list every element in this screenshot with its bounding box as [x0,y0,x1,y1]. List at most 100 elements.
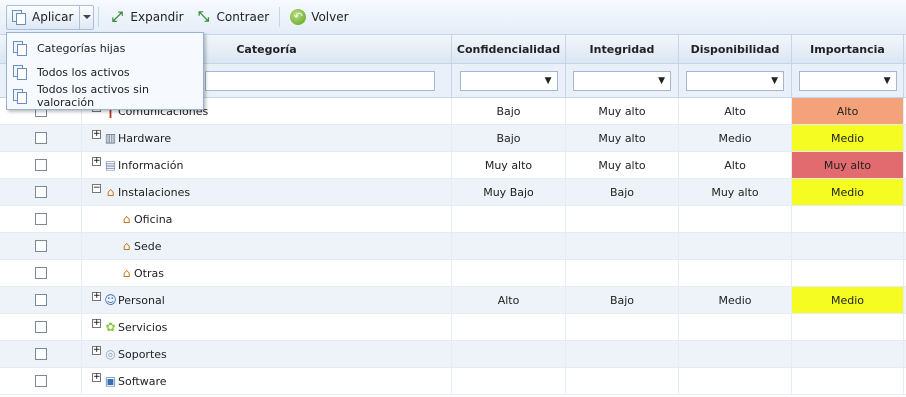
category-label[interactable]: Hardware [118,132,171,145]
availability-cell [679,206,792,232]
importance-badge: Medio [792,287,903,313]
table-row[interactable]: + ☺ Personal Alto Bajo Medio Medio [0,287,906,314]
header-confidentiality[interactable]: Confidencialidad [452,35,566,63]
confidentiality-filter-select[interactable]: ▼ [459,70,558,91]
availability-cell: Medio [679,287,792,313]
expand-toggle-icon[interactable]: + [92,291,101,301]
header-integrity[interactable]: Integridad [566,35,679,63]
toolbar-separator [279,7,281,27]
table-row[interactable]: + ▥ Hardware Bajo Muy alto Medio Medio [0,125,906,152]
category-label[interactable]: Instalaciones [118,186,190,199]
row-checkbox[interactable] [34,186,47,198]
row-select-cell [0,341,82,367]
row-checkbox[interactable] [34,240,47,252]
confidentiality-cell [452,314,566,340]
apply-button[interactable]: Aplicar [7,6,79,29]
toolbar: Aplicar ⤢ Expandir ⤡ Contraer ↶ Volver [0,0,906,35]
row-select-cell [0,314,82,340]
availability-cell [679,341,792,367]
row-checkbox[interactable] [34,348,47,360]
importance-cell [792,314,904,340]
filter-importance-cell: ▼ [792,64,904,97]
menu-item-label: Todos los activos [37,65,130,79]
table-row[interactable]: + ✿ Servicios [0,314,906,341]
confidentiality-cell [452,206,566,232]
category-label[interactable]: Sede [134,240,162,253]
table-row[interactable]: + ◎ Soportes [0,341,906,368]
expand-button[interactable]: ⤢ Expandir [103,5,189,30]
importance-badge [792,206,903,232]
table-row[interactable]: ⌂ Oficina [0,206,906,233]
category-label[interactable]: Otras [134,267,164,280]
availability-filter-select[interactable]: ▼ [686,70,784,91]
category-cell: ⌂ Sede [82,233,452,259]
table-row[interactable]: + ▤ Información Muy alto Muy alto Alto Muy alt… [0,152,906,179]
integrity-filter-select[interactable]: ▼ [573,70,671,91]
row-checkbox[interactable] [34,267,47,279]
importance-cell [792,341,904,367]
row-checkbox[interactable] [34,159,47,171]
collapse-toggle-icon[interactable]: − [92,183,101,193]
row-select-cell [0,206,82,232]
person-icon: ☺ [104,293,117,307]
apply-dropdown-arrow[interactable] [79,5,93,29]
expand-toggle-icon[interactable]: + [92,318,101,328]
grid-body: −┃ComunicacionesBajoMuy altoAltoAlto+▥Ha… [0,98,906,395]
category-label[interactable]: Información [118,159,183,172]
category-label[interactable]: Oficina [134,213,172,226]
confidentiality-cell [452,341,566,367]
copy-icon [12,40,28,56]
importance-cell [792,260,904,286]
copy-icon [12,64,28,80]
row-checkbox[interactable] [34,294,47,306]
importance-badge [792,314,903,340]
expand-icon: ⤢ [111,9,123,25]
availability-cell [679,233,792,259]
expand-toggle-icon[interactable]: + [92,345,101,355]
header-availability[interactable]: Disponibilidad [679,35,792,63]
apply-label: Aplicar [32,10,74,24]
row-checkbox[interactable] [34,321,47,333]
category-cell: + ☺ Personal [82,287,452,313]
copy-icon [12,88,28,104]
document-icon: ▤ [104,158,117,172]
category-label[interactable]: Servicios [118,321,167,334]
menu-item-label: Todos los activos sin valoración [37,83,149,109]
table-row[interactable]: ⌂ Otras [0,260,906,287]
expand-toggle-icon[interactable]: + [92,129,101,139]
back-button[interactable]: ↶ Volver [284,5,354,30]
confidentiality-cell [452,233,566,259]
availability-cell: Muy alto [679,179,792,205]
menu-item-all-assets-unvalued[interactable]: Todos los activos sin valoración [7,83,203,109]
row-checkbox[interactable] [34,213,47,225]
row-checkbox[interactable] [34,132,47,144]
header-importance[interactable]: Importancia [792,35,904,63]
row-select-cell [0,233,82,259]
category-label[interactable]: Soportes [118,348,167,361]
integrity-cell [566,206,679,232]
row-checkbox[interactable] [34,375,47,387]
importance-cell: Medio [792,287,904,313]
importance-cell: Medio [792,179,904,205]
dropdown-arrow-icon: ▼ [544,75,552,86]
importance-cell [792,233,904,259]
importance-filter-select[interactable]: ▼ [798,70,897,91]
importance-cell [792,206,904,232]
table-row[interactable]: ⌂ Sede [0,233,906,260]
category-label[interactable]: Software [118,375,167,388]
expand-toggle-icon[interactable]: + [92,156,101,166]
expand-toggle-icon[interactable]: + [92,372,101,382]
table-row[interactable]: − ⌂ Instalaciones Muy Bajo Bajo Muy alto Medio [0,179,906,206]
menu-item-child-categories[interactable]: Categorías hijas [7,36,203,60]
collapse-button[interactable]: ⤡ Contraer [190,5,276,30]
category-label[interactable]: Personal [118,294,165,307]
disc-icon: ◎ [105,347,116,361]
integrity-cell [566,341,679,367]
dropdown-arrow-icon: ▼ [883,75,891,86]
menu-item-all-assets[interactable]: Todos los activos [7,60,203,84]
row-select-cell [0,125,82,151]
importance-badge: Medio [792,125,903,151]
category-filter-input[interactable] [205,70,435,91]
table-row[interactable]: + ▣ Software [0,368,906,395]
back-arrow-icon: ↶ [290,9,307,25]
